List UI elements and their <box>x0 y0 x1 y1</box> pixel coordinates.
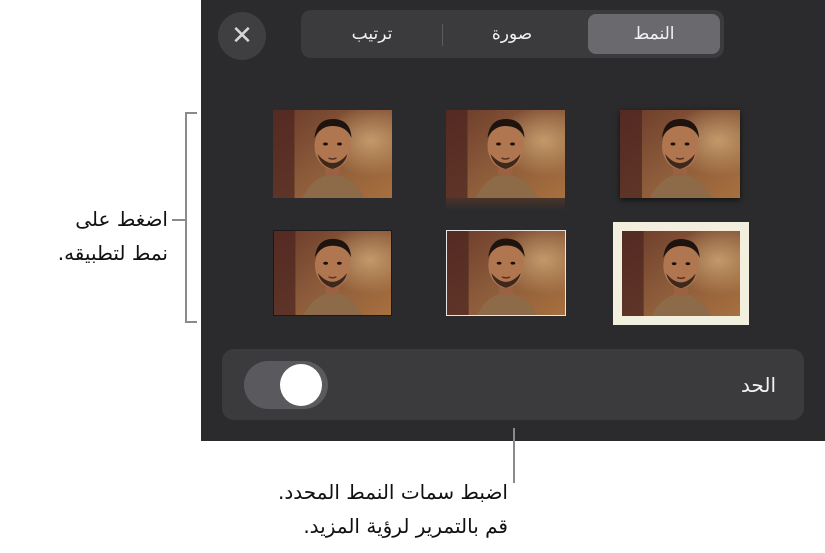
style-thumbnail-frame[interactable] <box>613 222 749 325</box>
callout-leader <box>172 219 186 221</box>
tab-image[interactable]: صورة <box>449 10 575 58</box>
portrait-image <box>620 110 740 198</box>
portrait-image <box>274 231 391 315</box>
style-thumbnail-shadow[interactable] <box>620 110 740 198</box>
border-label: الحد <box>740 372 776 397</box>
tab-arrange[interactable]: ترتيب <box>309 10 435 58</box>
border-row: الحد <box>222 349 804 420</box>
tab-bar: ترتيب صورة النمط <box>301 10 724 58</box>
grid-callout: اضغط على نمط لتطبيقه. <box>0 202 168 270</box>
toggle-knob <box>280 364 322 406</box>
style-thumbnail-reflection[interactable] <box>446 110 565 210</box>
reflection-fade <box>446 198 565 210</box>
portrait-image <box>447 231 565 315</box>
close-button[interactable]: ✕ <box>218 12 266 60</box>
style-thumbnail-plain[interactable] <box>273 110 392 198</box>
style-thumbnail-dark-edge[interactable] <box>273 230 392 316</box>
portrait-image <box>273 110 392 198</box>
style-thumbnail-thin-border[interactable] <box>446 230 566 316</box>
callout-bracket-top <box>185 112 197 114</box>
bottom-callout-leader <box>513 428 515 483</box>
portrait-image <box>622 231 740 316</box>
tab-divider <box>442 24 443 46</box>
tab-style[interactable]: النمط <box>588 14 720 54</box>
bottom-callout-line2: قم بالتمرير لرؤية المزيد. <box>303 514 508 538</box>
grid-callout-line2: نمط لتطبيقه. <box>57 241 168 265</box>
grid-callout-line1: اضغط على <box>75 207 168 231</box>
close-icon: ✕ <box>231 21 253 51</box>
border-toggle[interactable] <box>244 361 328 409</box>
callout-bracket <box>185 112 187 323</box>
bottom-callout-line1: اضبط سمات النمط المحدد. <box>278 480 508 504</box>
callout-bracket-bottom <box>185 321 197 323</box>
bottom-callout: اضبط سمات النمط المحدد. قم بالتمرير لرؤي… <box>140 475 508 543</box>
portrait-image <box>446 110 565 198</box>
